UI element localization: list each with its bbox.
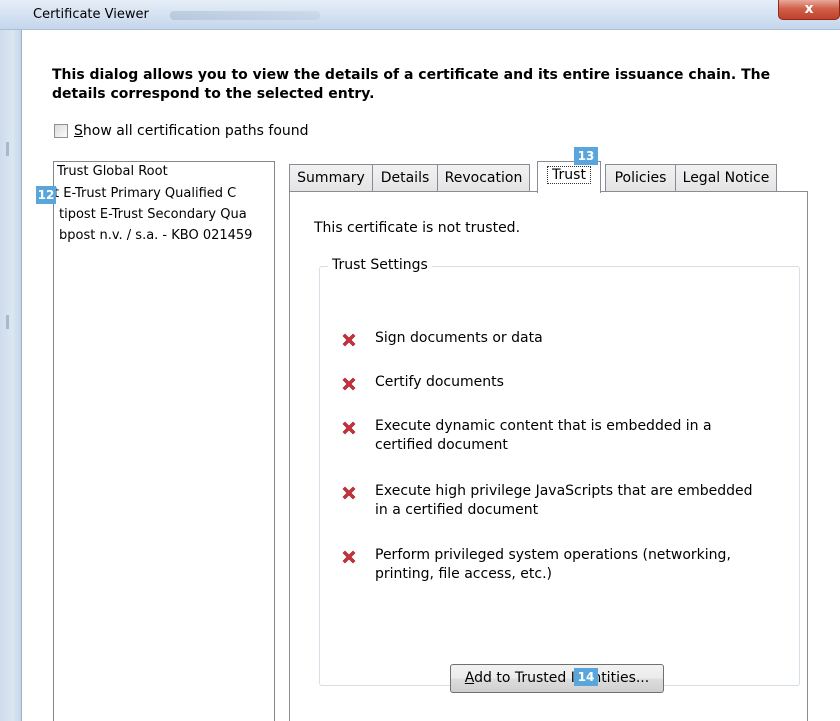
tab-details[interactable]: Details: [372, 164, 438, 192]
trust-setting-label: Certify documents: [375, 374, 504, 390]
show-all-paths-checkbox[interactable]: [54, 124, 68, 138]
add-to-trusted-identities-button[interactable]: Add to Trusted Identities...: [450, 664, 664, 693]
chain-item[interactable]: Trust Global Root: [57, 164, 168, 179]
intro-text: This dialog allows you to view the detai…: [52, 67, 771, 102]
red-x-icon: [342, 486, 356, 500]
trust-setting-item: Perform privileged system operations (ne…: [339, 546, 765, 584]
red-x-icon: [342, 421, 356, 435]
trust-setting-label: Sign documents or data: [375, 330, 543, 346]
close-button[interactable]: x: [778, 0, 840, 20]
show-all-paths-label[interactable]: Show all certification paths found: [74, 123, 309, 139]
trust-setting-item: Execute high privilege JavaScripts that …: [339, 482, 765, 520]
annotation-badge-14: 14: [574, 668, 598, 686]
title-bar: Certificate Viewer x: [0, 0, 840, 30]
red-x-icon: [342, 333, 356, 347]
certificate-chain-list[interactable]: Trust Global Root t E-Trust Primary Qual…: [53, 161, 275, 721]
red-x-icon: [342, 550, 356, 564]
trust-setting-item: Execute dynamic content that is embedded…: [339, 417, 765, 455]
annotation-badge-12: 12: [36, 186, 56, 204]
trust-setting-label: Execute high privilege JavaScripts that …: [375, 483, 753, 518]
show-all-paths-checkbox-row[interactable]: Show all certification paths found: [54, 123, 309, 139]
chain-item[interactable]: t E-Trust Primary Qualified C: [54, 186, 236, 201]
chain-item[interactable]: bpost n.v. / s.a. - KBO 021459: [59, 228, 252, 243]
window-frame-left: [0, 30, 21, 721]
trust-settings-title: Trust Settings: [328, 257, 432, 273]
trust-setting-label: Perform privileged system operations (ne…: [375, 547, 731, 582]
trust-setting-item: Certify documents: [339, 373, 765, 394]
tab-policies[interactable]: Policies: [605, 164, 676, 192]
window-title: Certificate Viewer: [33, 7, 149, 22]
tab-legal-notice[interactable]: Legal Notice: [675, 164, 777, 192]
trust-settings-group: Trust Settings Sign documents or data Ce…: [319, 257, 800, 686]
red-x-icon: [342, 377, 356, 391]
trust-tab-panel: This certificate is not trusted. Trust S…: [289, 191, 808, 721]
blurred-app-title: [170, 11, 320, 20]
trust-status-text: This certificate is not trusted.: [314, 220, 521, 236]
tab-trust[interactable]: Trust: [537, 161, 601, 193]
trust-setting-label: Execute dynamic content that is embedded…: [375, 418, 712, 453]
tab-revocation[interactable]: Revocation: [437, 164, 530, 192]
tab-summary[interactable]: Summary: [289, 164, 373, 192]
trust-setting-item: Sign documents or data: [339, 329, 765, 350]
chain-item[interactable]: tipost E-Trust Secondary Qua: [59, 207, 247, 222]
annotation-badge-13: 13: [574, 147, 598, 165]
